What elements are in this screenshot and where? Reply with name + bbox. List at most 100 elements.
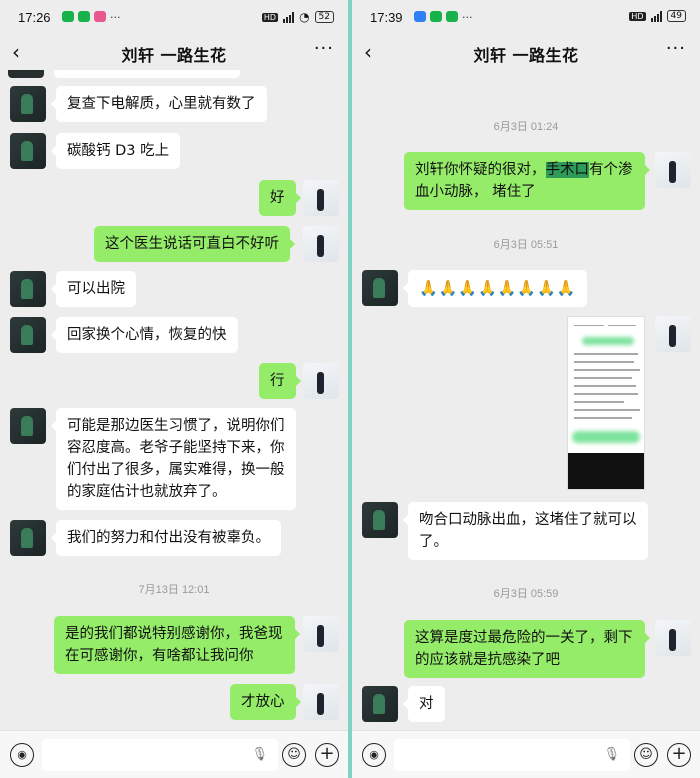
notification-icons: ··· — [62, 11, 121, 24]
app-notify-icon — [414, 11, 426, 22]
emoji-icon[interactable]: ☺ — [634, 743, 658, 767]
app-notify-icon — [94, 11, 106, 22]
status-time: 17:26 — [18, 10, 51, 25]
message-bubble[interactable]: 这个医生说话可直白不好听 — [94, 226, 295, 262]
message-text: 的应该就是抗感染了吧 — [415, 652, 560, 668]
status-bar: 17:39 ··· HD 49 — [352, 0, 700, 34]
battery-icon: 49 — [666, 10, 686, 22]
my-avatar[interactable] — [303, 363, 339, 399]
message-text: 行 — [270, 373, 285, 389]
message-text: 的家庭估计也就放弃了。 — [67, 484, 227, 500]
contact-avatar[interactable] — [10, 133, 46, 169]
wechat-notify-icon — [78, 11, 90, 22]
chat-title: 刘轩 一路生花 — [121, 46, 227, 65]
more-notify-icon: ··· — [462, 11, 473, 24]
message-bubble[interactable]: 碳酸钙 D3 吃上 — [50, 133, 181, 169]
contact-avatar[interactable] — [10, 271, 46, 307]
message-bubble[interactable]: 这算是度过最危险的一关了，剩下 的应该就是抗感染了吧 — [404, 620, 650, 678]
contact-avatar[interactable] — [362, 270, 398, 306]
plus-icon[interactable]: + — [315, 743, 339, 767]
mic-icon[interactable]: 🎙 — [603, 747, 620, 762]
message-text: 是的我们都说特别感谢你，我爸现 — [65, 626, 283, 642]
message-text: 回家换个心情，恢复的快 — [67, 327, 227, 343]
timestamp: 7月13日 12:01 — [138, 584, 210, 596]
more-notify-icon: ··· — [110, 11, 121, 24]
my-avatar[interactable] — [303, 616, 339, 652]
message-bubble[interactable]: 可以出院 — [51, 271, 136, 307]
message-bubble[interactable]: 我们的努力和付出没有被辜负。 — [51, 520, 281, 556]
chat-title: 刘轩 一路生花 — [473, 46, 579, 65]
message-bubble — [54, 70, 240, 78]
contact-avatar[interactable] — [362, 502, 398, 538]
chat-header: ‹ 刘轩 一路生花 ··· — [0, 34, 348, 70]
message-bubble[interactable]: 复查下电解质，心里就有数了 — [51, 86, 267, 122]
avatar — [8, 70, 44, 78]
message-text: 可以出院 — [67, 281, 125, 297]
plus-icon[interactable]: + — [667, 743, 691, 767]
message-text: 有个渗 — [589, 162, 633, 178]
message-text: 好 — [270, 190, 285, 206]
message-text: 容忍度高。老爷子能坚持下来，你 — [67, 440, 285, 456]
right-chat-screen: 17:39 ··· HD 49 ‹ 刘轩 一路生花 ··· 6月3日 01:24… — [352, 0, 700, 778]
message-text: 刘轩你怀疑的很对，手术口有个渗 — [415, 159, 634, 181]
message-text: 们付出了很多，属实难得，换一般 — [67, 462, 285, 478]
contact-avatar[interactable] — [362, 686, 398, 722]
battery-icon: 52 — [314, 11, 334, 23]
more-icon[interactable]: ··· — [666, 38, 686, 59]
chat-header: ‹ 刘轩 一路生花 ··· — [352, 34, 700, 70]
message-input[interactable]: 🎙 — [394, 739, 630, 771]
message-text: 复查下电解质，心里就有数了 — [67, 96, 256, 112]
contact-avatar[interactable] — [10, 86, 46, 122]
message-bubble[interactable]: 是的我们都说特别感谢你，我爸现 在可感谢你，有啥都让我问你 — [54, 616, 300, 674]
hd-icon: HD — [629, 11, 646, 21]
my-avatar[interactable] — [303, 180, 339, 216]
input-bar: ◉ 🎙 ☺ + — [0, 730, 348, 778]
message-input[interactable]: 🎙 — [42, 739, 278, 771]
message-text: 🙏🙏🙏🙏🙏🙏🙏🙏 — [419, 279, 577, 297]
message-bubble[interactable]: 刘轩你怀疑的很对，手术口有个渗 血小动脉， 堵住了 — [404, 152, 650, 210]
status-time: 17:39 — [370, 10, 403, 25]
my-avatar[interactable] — [655, 316, 691, 352]
more-icon[interactable]: ··· — [314, 38, 334, 59]
message-bubble[interactable]: 吻合口动脉出血，这堵住了就可以 了。 — [403, 502, 648, 560]
emoji-icon[interactable]: ☺ — [282, 743, 306, 767]
mic-icon[interactable]: 🎙 — [251, 747, 268, 762]
message-text: 血小动脉， 堵住了 — [415, 184, 536, 200]
contact-avatar[interactable] — [10, 317, 46, 353]
wechat-notify-icon — [446, 11, 458, 22]
contact-avatar[interactable] — [10, 408, 46, 444]
message-bubble[interactable]: 回家换个心情，恢复的快 — [51, 317, 238, 353]
wifi-icon: ◔ — [299, 10, 310, 24]
message-bubble[interactable]: 才放心 — [230, 684, 300, 720]
status-bar: 17:26 ··· HD ◔ 52 — [0, 0, 348, 34]
message-text: 刘轩你怀疑的很对， — [415, 162, 546, 178]
highlighted-text: 手术口 — [545, 162, 589, 178]
message-bubble[interactable]: 对 — [403, 686, 445, 722]
voice-icon[interactable]: ◉ — [10, 743, 34, 767]
message-text: 在可感谢你，有啥都让我问你 — [65, 648, 254, 664]
my-avatar[interactable] — [303, 684, 339, 720]
message-text: 这个医生说话可直白不好听 — [105, 236, 279, 252]
message-text: 对 — [419, 696, 434, 712]
contact-avatar[interactable] — [10, 520, 46, 556]
message-bubble[interactable]: 🙏🙏🙏🙏🙏🙏🙏🙏 — [402, 270, 588, 307]
message-text: 吻合口动脉出血，这堵住了就可以 — [419, 512, 637, 528]
my-avatar[interactable] — [655, 620, 691, 656]
message-text: 可能是那边医生习惯了，说明你们 — [67, 418, 285, 434]
message-text: 了。 — [419, 534, 448, 550]
message-bubble[interactable]: 可能是那边医生习惯了，说明你们 容忍度高。老爷子能坚持下来，你 们付出了很多，属… — [51, 408, 296, 510]
image-message[interactable] — [567, 316, 645, 490]
message-text: 才放心 — [241, 694, 285, 710]
voice-icon[interactable]: ◉ — [362, 743, 386, 767]
message-bubble[interactable]: 行 — [259, 363, 300, 399]
wechat-notify-icon — [62, 11, 74, 22]
message-bubble[interactable]: 好 — [259, 180, 300, 216]
timestamp: 6月3日 05:51 — [493, 239, 559, 251]
my-avatar[interactable] — [303, 226, 339, 262]
input-bar: ◉ 🎙 ☺ + — [352, 730, 700, 778]
timestamp: 6月3日 05:59 — [493, 588, 559, 600]
left-chat-screen: 17:26 ··· HD ◔ 52 ‹ 刘轩 一路生花 ··· 复查下电解质，心… — [0, 0, 348, 778]
timestamp: 6月3日 01:24 — [493, 121, 559, 133]
notification-icons: ··· — [414, 11, 473, 24]
my-avatar[interactable] — [655, 152, 691, 188]
